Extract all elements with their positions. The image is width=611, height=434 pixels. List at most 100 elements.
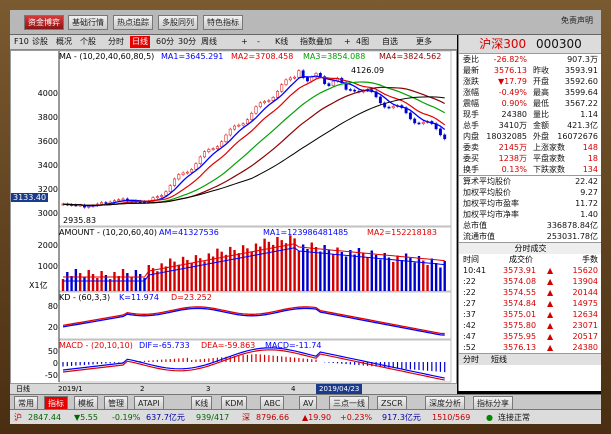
tick-row[interactable]: 10:41 3573.91 ▲ 15620 bbox=[459, 265, 601, 276]
toolbar-f10[interactable]: F10 bbox=[14, 36, 29, 48]
macd-macd-value: MACD=-11.74 bbox=[265, 341, 322, 350]
toolbar-zoom-out[interactable]: - bbox=[257, 36, 260, 48]
ticks-list[interactable]: 10:41 3573.91 ▲ 15620:22 3574.08 ▲ 13904:22 357… bbox=[459, 265, 601, 353]
quote-value: 3567.22 bbox=[564, 99, 598, 108]
toolbar-stock[interactable]: 个股 bbox=[80, 36, 96, 48]
status-sh-change: ▼5.55 bbox=[74, 413, 98, 422]
toolbar-period[interactable]: 周线 bbox=[201, 36, 217, 48]
ma3-value: MA3=3854.088 bbox=[303, 52, 366, 61]
ma1-value: MA1=3645.291 bbox=[161, 52, 224, 61]
disclaimer-link[interactable]: 免责声明 bbox=[561, 15, 593, 26]
candle-body bbox=[220, 141, 224, 147]
toolbar-overview[interactable]: 概况 bbox=[56, 36, 72, 48]
toolbar-more[interactable]: 更多 bbox=[416, 36, 432, 48]
stat-label: 算术平均股价 bbox=[463, 177, 511, 186]
candle-body bbox=[190, 169, 194, 173]
amount-bar bbox=[233, 250, 236, 291]
tick-row[interactable]: :52 3576.13 ▲ 24380 bbox=[459, 342, 601, 353]
quote-tab-intraday[interactable]: 分时 bbox=[463, 354, 479, 365]
macd-dif-line bbox=[62, 347, 445, 379]
kline-chart-area[interactable]: MA - (10,20,40,60,80,5) MA1=3645.291 MA2… bbox=[10, 50, 457, 384]
topmenu-button-3[interactable]: 热点追踪 bbox=[113, 15, 153, 30]
tick-row[interactable]: :27 3574.84 ▲ 14975 bbox=[459, 298, 601, 309]
quote-value: 3576.13 bbox=[493, 66, 527, 75]
quote-label: 最低 bbox=[533, 99, 549, 108]
amount-bar bbox=[203, 261, 206, 291]
topmenu-button-5[interactable]: 特色指标 bbox=[203, 15, 243, 30]
amount-bar bbox=[434, 263, 438, 291]
amount-bar bbox=[366, 257, 369, 291]
candle-body bbox=[198, 156, 202, 164]
quote-value: 148 bbox=[582, 143, 598, 152]
tick-row[interactable]: :22 3574.08 ▲ 13904 bbox=[459, 276, 601, 287]
amount-bar bbox=[177, 264, 180, 291]
tick-row[interactable]: :42 3575.80 ▲ 23071 bbox=[459, 320, 601, 331]
instrument-name: 沪深300 bbox=[479, 37, 527, 51]
amount-unit-label: X1亿 bbox=[29, 281, 48, 290]
status-sz-value: 8796.66 bbox=[256, 413, 290, 422]
y-tick-label: 3200 bbox=[37, 185, 58, 194]
tick-row[interactable]: :47 3575.95 ▲ 20517 bbox=[459, 331, 601, 342]
candle-body bbox=[168, 185, 172, 193]
tick-row[interactable]: :37 3575.01 ▲ 12634 bbox=[459, 309, 601, 320]
kd-y-tick: 80 bbox=[47, 302, 58, 311]
quote-value: 3599.64 bbox=[564, 88, 598, 97]
amount-bar bbox=[259, 246, 262, 291]
date-axis-label: 2 bbox=[140, 385, 145, 393]
quote-value: 3592.60 bbox=[564, 77, 598, 86]
stat-value: 336878.84亿 bbox=[546, 221, 598, 230]
toolbar-60min[interactable]: 60分 bbox=[156, 36, 174, 48]
amount-bar bbox=[374, 255, 378, 291]
amount-bar bbox=[74, 269, 78, 291]
candle-body bbox=[417, 122, 421, 125]
date-axis-strip: 日线 2019/1 2 3 4 2019/04/23 bbox=[10, 384, 457, 394]
chart-toolbar: F10 诊股 概况 个股 分时 日线 60分 30分 周线 + - K线 指数叠… bbox=[10, 35, 457, 50]
tick-price: 3574.08 bbox=[503, 277, 537, 286]
amount-bar bbox=[151, 268, 155, 291]
quote-value: 907.3万 bbox=[567, 55, 598, 64]
toolbar-overlay[interactable]: 指数叠加 bbox=[300, 36, 332, 48]
stat-row: 加权平均市净率 1.40 bbox=[459, 209, 601, 220]
candle-body bbox=[271, 97, 275, 101]
cursor-price-label: 3133.40 bbox=[11, 193, 49, 202]
moving-average-line bbox=[62, 96, 445, 206]
toolbar-daily[interactable]: 日线 bbox=[130, 36, 150, 48]
quote-row: 换手 0.13% 下跌家数 134 bbox=[459, 164, 601, 175]
quote-value: 3593.91 bbox=[564, 66, 598, 75]
toolbar-watchlist[interactable]: 自选 bbox=[382, 36, 398, 48]
tick-price: 3574.55 bbox=[503, 288, 537, 297]
candle-body bbox=[293, 76, 297, 79]
tick-volume: 14975 bbox=[572, 299, 598, 308]
toolbar-zoom-in[interactable]: + bbox=[241, 36, 248, 48]
toolbar-4charts[interactable]: 4图 bbox=[356, 36, 369, 48]
quote-row: 震幅 0.90% 最低 3567.22 bbox=[459, 98, 601, 109]
amount-legend-title: AMOUNT - (10,20,60,40) bbox=[59, 228, 157, 237]
amount-bar bbox=[207, 253, 211, 291]
status-sz-name: 深 bbox=[242, 413, 250, 422]
status-sh-updown: 939/417 bbox=[196, 413, 230, 422]
toolbar-intraday[interactable]: 分时 bbox=[108, 36, 124, 48]
amount-bar bbox=[439, 267, 442, 291]
macd-y-tick: -50 bbox=[44, 371, 58, 380]
date-axis-label: 3 bbox=[206, 385, 211, 393]
quote-tab-short[interactable]: 短线 bbox=[491, 354, 507, 365]
quote-value: 16072676 bbox=[557, 132, 598, 141]
toolbar-30min[interactable]: 30分 bbox=[178, 36, 196, 48]
tick-volume: 13904 bbox=[572, 277, 598, 286]
tick-row[interactable]: :22 3574.55 ▲ 20144 bbox=[459, 287, 601, 298]
candle-body bbox=[173, 178, 176, 186]
topmenu-button-4[interactable]: 多股同列 bbox=[158, 15, 198, 30]
candle-body bbox=[267, 100, 271, 102]
quote-label: 上涨家数 bbox=[533, 143, 565, 152]
toolbar-add[interactable]: + bbox=[344, 36, 351, 48]
tick-price: 3576.13 bbox=[503, 343, 537, 352]
toolbar-diagnose[interactable]: 诊股 bbox=[32, 36, 48, 48]
quote-label: 涨幅 bbox=[463, 88, 479, 97]
toolbar-kline[interactable]: K线 bbox=[275, 36, 288, 48]
topmenu-button-2[interactable]: 基础行情 bbox=[68, 15, 108, 30]
stat-value: 253031.78亿 bbox=[546, 232, 598, 241]
amount-ma1-value: MA1=123986481485 bbox=[263, 228, 349, 237]
ticks-header: 分时成交 bbox=[459, 242, 601, 254]
stat-label: 总市值 bbox=[463, 221, 487, 230]
topmenu-button-1[interactable]: 资金博弈 bbox=[24, 15, 64, 30]
